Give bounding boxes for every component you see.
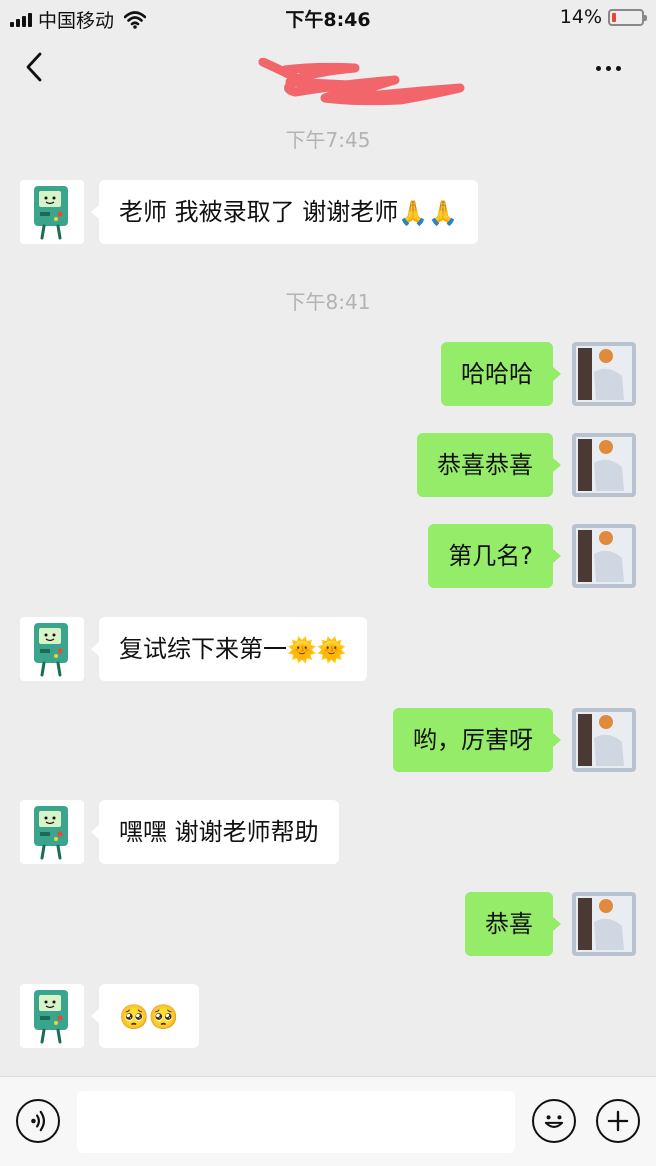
message-received: 🥺🥺	[0, 984, 656, 1048]
message-bubble[interactable]: 哟，厉害呀	[393, 708, 561, 772]
message-received: 复试综下来第一🌞🌞	[0, 617, 656, 681]
robot-avatar-icon	[34, 623, 68, 677]
robot-avatar-icon	[34, 806, 68, 860]
user-avatar[interactable]	[572, 433, 636, 497]
message-text: 复试综下来第一	[119, 635, 287, 663]
message-bubble[interactable]: 嘿嘿 谢谢老师帮助	[91, 800, 339, 864]
user-avatar[interactable]	[572, 892, 636, 956]
chevron-left-icon[interactable]	[18, 50, 52, 84]
user-photo-icon	[572, 524, 636, 588]
message-sent: 哟，厉害呀	[0, 708, 656, 772]
plus-icon[interactable]	[596, 1099, 640, 1143]
battery-level	[612, 12, 616, 22]
pleading-face-emoji: 🥺🥺	[119, 1003, 179, 1031]
message-bubble[interactable]: 老师 我被录取了 谢谢老师🙏🙏	[90, 180, 479, 244]
status-right: 14%	[559, 6, 647, 28]
user-avatar[interactable]	[572, 708, 636, 772]
status-time: 下午8:46	[285, 9, 371, 31]
message-sent: 恭喜	[0, 892, 656, 956]
user-photo-icon	[572, 708, 636, 772]
battery-percent: 14%	[559, 6, 602, 28]
obscured-title-scribble	[258, 58, 465, 106]
folded-hands-emoji: 🙏🙏	[398, 199, 459, 227]
timestamp: 下午8:41	[285, 290, 371, 314]
message-text: 第几名?	[448, 542, 533, 570]
message-text: 哈哈哈	[461, 360, 533, 388]
contact-avatar[interactable]	[20, 800, 84, 864]
contact-avatar[interactable]	[20, 617, 84, 681]
message-sent: 哈哈哈	[0, 342, 656, 406]
message-bubble[interactable]: 第几名?	[428, 524, 561, 588]
message-bubble[interactable]: 🥺🥺	[91, 984, 199, 1048]
user-avatar[interactable]	[572, 342, 636, 406]
message-bubble[interactable]: 复试综下来第一🌞🌞	[91, 617, 367, 681]
contact-avatar[interactable]	[20, 984, 84, 1048]
robot-avatar-icon	[34, 990, 68, 1044]
message-text: 哟，厉害呀	[413, 726, 533, 754]
message-text: 老师 我被录取了 谢谢老师	[119, 198, 399, 226]
contact-avatar[interactable]	[20, 180, 84, 244]
more-dots-icon[interactable]	[596, 58, 630, 78]
emoji-icon[interactable]	[532, 1099, 576, 1143]
input-bar	[0, 1076, 656, 1166]
message-sent: 恭喜恭喜	[0, 433, 656, 497]
message-text: 恭喜	[485, 910, 533, 938]
message-sent: 第几名?	[0, 524, 656, 588]
message-input[interactable]	[77, 1091, 515, 1153]
message-received: 嘿嘿 谢谢老师帮助	[0, 800, 656, 864]
robot-avatar-icon	[34, 186, 68, 240]
sun-emoji: 🌞🌞	[287, 636, 347, 664]
user-photo-icon	[572, 342, 636, 406]
status-bar: 中国移动 下午8:46 14%	[0, 0, 656, 36]
message-bubble[interactable]: 恭喜恭喜	[417, 433, 561, 497]
nav-bar	[0, 36, 656, 106]
voice-icon[interactable]	[16, 1099, 60, 1143]
user-photo-icon	[572, 433, 636, 497]
message-bubble[interactable]: 哈哈哈	[441, 342, 561, 406]
message-bubble[interactable]: 恭喜	[465, 892, 561, 956]
chat-area: 下午7:45 老师 我被录取了 谢谢老师🙏🙏 下午8:41 哈哈哈 恭喜恭喜 第…	[0, 100, 656, 1076]
user-avatar[interactable]	[572, 524, 636, 588]
timestamp: 下午7:45	[285, 128, 371, 152]
message-text: 嘿嘿 谢谢老师帮助	[119, 818, 319, 846]
user-photo-icon	[572, 892, 636, 956]
message-text: 恭喜恭喜	[437, 451, 533, 479]
message-received: 老师 我被录取了 谢谢老师🙏🙏	[0, 180, 656, 244]
battery-icon	[608, 8, 647, 26]
